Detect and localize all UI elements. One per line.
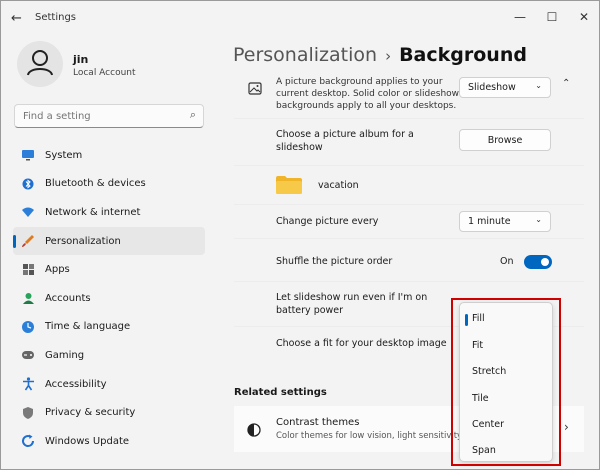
sidebar-item-label: Bluetooth & devices xyxy=(45,178,146,190)
app-title: Settings xyxy=(35,12,77,23)
person-icon xyxy=(21,291,35,305)
sidebar-item-label: Privacy & security xyxy=(45,407,136,419)
page-title: Background xyxy=(399,44,527,66)
sidebar-item-bluetooth[interactable]: Bluetooth & devices xyxy=(13,170,205,199)
album-label-line-1: Choose a picture album for a xyxy=(276,129,414,140)
folder-row: vacation xyxy=(234,166,584,205)
shuffle-state: On xyxy=(500,256,514,267)
battery-label-line-2: battery power xyxy=(276,305,344,316)
shuffle-row: Shuffle the picture order On xyxy=(234,239,584,282)
change-every-dropdown[interactable]: 1 minute ⌄ xyxy=(459,211,551,232)
image-icon xyxy=(248,80,262,99)
settings-window: ← Settings — ☐ ✕ jin Local Account ⌕ Sys… xyxy=(0,0,600,470)
change-every-label: Change picture every xyxy=(276,216,379,227)
sidebar-nav: System Bluetooth & devices Network & int… xyxy=(13,141,205,456)
album-row: Choose a picture album for a slideshow B… xyxy=(234,119,584,166)
wifi-icon xyxy=(21,205,35,219)
monitor-icon xyxy=(21,148,35,162)
shield-icon xyxy=(21,406,35,420)
minimize-button[interactable]: — xyxy=(506,7,534,27)
clock-globe-icon xyxy=(21,320,35,334)
breadcrumb: Personalization › Background xyxy=(233,44,527,66)
shuffle-label: Shuffle the picture order xyxy=(276,256,393,267)
sidebar-item-label: Apps xyxy=(45,264,70,276)
background-desc-line-1: A picture background applies to your xyxy=(276,77,443,87)
contrast-title: Contrast themes xyxy=(276,417,360,428)
title-bar: ← Settings — ☐ ✕ xyxy=(1,1,599,35)
sidebar-item-apps[interactable]: Apps xyxy=(13,255,205,284)
sidebar-item-label: Gaming xyxy=(45,349,85,361)
bluetooth-icon xyxy=(21,177,35,191)
gamepad-icon xyxy=(21,348,35,362)
highlight-box xyxy=(451,298,561,466)
sidebar-item-label: Time & language xyxy=(45,321,131,333)
sidebar-item-label: Personalization xyxy=(45,235,121,247)
browse-button[interactable]: Browse xyxy=(459,129,551,151)
sidebar-item-label: System xyxy=(45,149,83,161)
breadcrumb-separator: › xyxy=(385,47,392,65)
contrast-desc: Color themes for low vision, light sensi… xyxy=(276,431,463,441)
avatar[interactable] xyxy=(17,41,63,87)
sidebar-item-privacy[interactable]: Privacy & security xyxy=(13,398,205,427)
background-type-value: Slideshow xyxy=(468,82,516,93)
sidebar-item-accounts[interactable]: Accounts xyxy=(13,284,205,313)
sidebar-item-gaming[interactable]: Gaming xyxy=(13,341,205,370)
chevron-right-icon: › xyxy=(564,420,569,434)
person-avatar-icon xyxy=(27,50,53,76)
maximize-button[interactable]: ☐ xyxy=(538,7,566,27)
chevron-down-icon: ⌄ xyxy=(535,81,542,90)
sidebar-item-network[interactable]: Network & internet xyxy=(13,198,205,227)
breadcrumb-section[interactable]: Personalization xyxy=(233,44,377,66)
change-every-row: Change picture every 1 minute ⌄ xyxy=(234,205,584,239)
toggle-knob xyxy=(541,258,549,266)
search-input[interactable] xyxy=(21,108,175,125)
back-arrow-icon[interactable]: ← xyxy=(11,11,22,26)
background-type-row: A picture background applies to your cur… xyxy=(234,73,584,119)
sidebar-item-accessibility[interactable]: Accessibility xyxy=(13,370,205,399)
shuffle-toggle[interactable] xyxy=(524,255,552,269)
search-box[interactable]: ⌕ xyxy=(14,104,204,128)
search-icon[interactable]: ⌕ xyxy=(190,108,196,122)
brush-icon xyxy=(21,234,35,248)
background-desc-line-3: backgrounds apply to all your desktops. xyxy=(276,101,457,111)
chevron-up-icon[interactable]: ⌃ xyxy=(562,78,570,89)
update-icon xyxy=(21,434,35,448)
folder-icon xyxy=(276,176,302,194)
battery-label-line-1: Let slideshow run even if I'm on xyxy=(276,292,428,303)
user-name: jin xyxy=(73,53,89,66)
background-desc-line-2: current desktop. Solid color or slidesho… xyxy=(276,89,460,99)
sidebar-item-system[interactable]: System xyxy=(13,141,205,170)
chevron-down-icon: ⌄ xyxy=(535,215,542,224)
sidebar-item-label: Windows Update xyxy=(45,435,130,447)
close-button[interactable]: ✕ xyxy=(570,7,598,27)
apps-icon xyxy=(21,263,35,277)
background-type-dropdown[interactable]: Slideshow ⌄ xyxy=(459,77,551,98)
active-indicator xyxy=(13,234,16,248)
sidebar-item-personalization[interactable]: Personalization xyxy=(13,226,205,256)
album-label-line-2: slideshow xyxy=(276,142,323,153)
accessibility-icon xyxy=(21,377,35,391)
sidebar-item-windows-update[interactable]: Windows Update xyxy=(13,427,205,456)
fit-label: Choose a fit for your desktop image xyxy=(276,338,447,349)
sidebar-item-label: Accounts xyxy=(45,292,91,304)
sidebar-item-time-language[interactable]: Time & language xyxy=(13,313,205,342)
sidebar-item-label: Network & internet xyxy=(45,206,141,218)
change-every-value: 1 minute xyxy=(468,216,511,227)
related-settings-heading: Related settings xyxy=(234,387,327,398)
contrast-icon xyxy=(247,422,261,441)
folder-name[interactable]: vacation xyxy=(318,180,359,192)
account-type: Local Account xyxy=(73,68,136,78)
sidebar-item-label: Accessibility xyxy=(45,378,107,390)
